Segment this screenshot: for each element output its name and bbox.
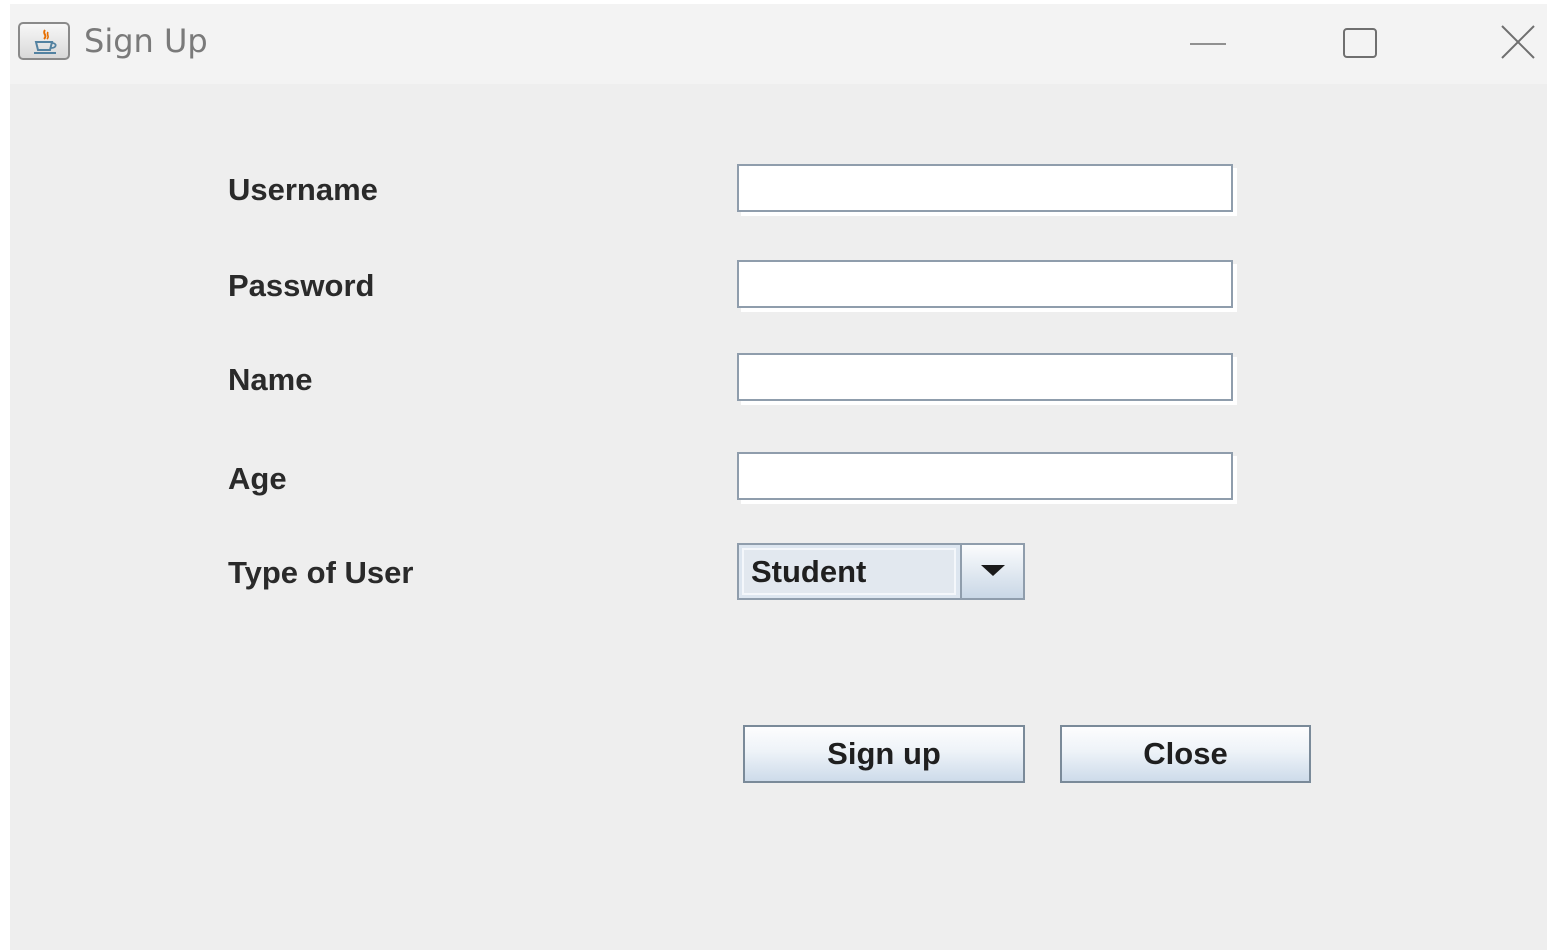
title-bar[interactable]: Sign Up	[10, 4, 1547, 84]
sign-up-button[interactable]: Sign up	[743, 725, 1025, 783]
close-icon	[1501, 25, 1535, 59]
minimize-icon	[1190, 43, 1226, 45]
minimize-button[interactable]	[1168, 4, 1248, 84]
maximize-button[interactable]	[1322, 4, 1402, 84]
password-input[interactable]	[737, 260, 1233, 308]
name-input[interactable]	[737, 353, 1233, 401]
user-type-dropdown[interactable]: Student	[737, 543, 1025, 600]
dropdown-arrow-button[interactable]	[960, 545, 1023, 598]
window-title: Sign Up	[84, 22, 208, 60]
name-label: Name	[228, 362, 313, 397]
age-label: Age	[228, 461, 287, 496]
user-type-selected-value[interactable]: Student	[742, 548, 956, 595]
age-input[interactable]	[737, 452, 1233, 500]
close-window-button[interactable]	[1478, 4, 1547, 84]
java-coffee-cup-icon[interactable]	[18, 22, 70, 60]
username-label: Username	[228, 172, 378, 207]
username-input[interactable]	[737, 164, 1233, 212]
signup-window: Sign Up Username Password Name Age Type …	[10, 4, 1547, 950]
chevron-down-icon	[981, 565, 1005, 576]
password-label: Password	[228, 268, 375, 303]
user-type-label: Type of User	[228, 555, 414, 590]
maximize-icon	[1343, 28, 1377, 58]
close-button[interactable]: Close	[1060, 725, 1311, 783]
